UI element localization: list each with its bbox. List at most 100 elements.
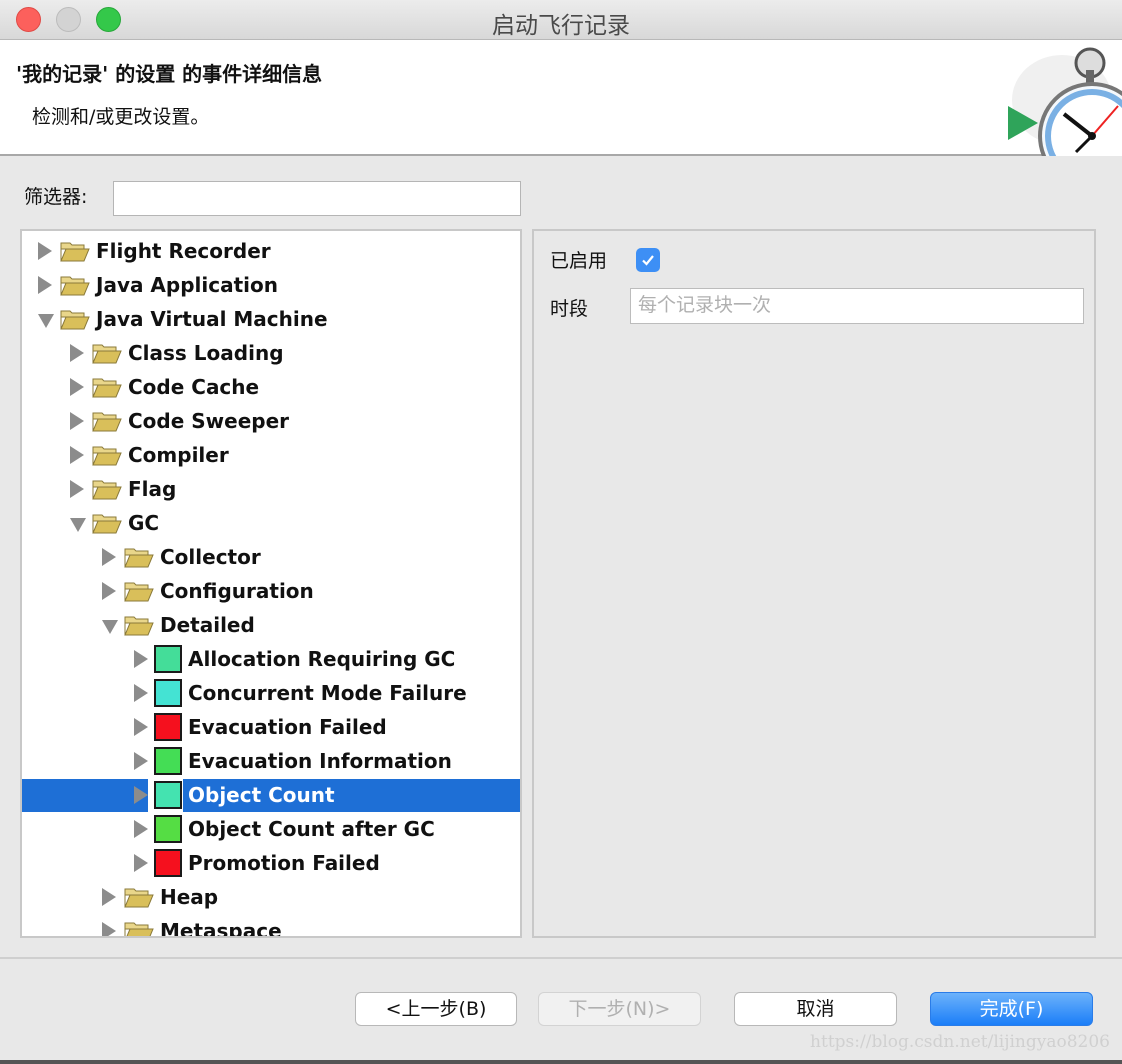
event-color-swatch-icon xyxy=(154,713,182,741)
folder-icon xyxy=(124,580,154,602)
tree-row[interactable]: Java Application xyxy=(22,269,520,302)
tree-item-label: Java Application xyxy=(96,273,279,297)
tree-row[interactable]: Evacuation Failed xyxy=(22,711,520,744)
tree-item-label: Evacuation Information xyxy=(188,749,452,773)
expand-arrow-right-icon[interactable] xyxy=(102,582,116,600)
tree-item-label: Concurrent Mode Failure xyxy=(188,681,467,705)
expand-arrow-right-icon[interactable] xyxy=(102,548,116,566)
expand-arrow-down-icon[interactable] xyxy=(70,518,86,532)
tree-item-label: Code Cache xyxy=(128,375,260,399)
tree-item-label: GC xyxy=(128,511,160,535)
folder-icon xyxy=(92,478,122,500)
event-color-swatch-icon xyxy=(154,747,182,775)
next-button-disabled[interactable]: 下一步(N)> xyxy=(538,992,701,1026)
folder-icon xyxy=(92,410,122,432)
tree-row[interactable]: Evacuation Information xyxy=(22,745,520,778)
stopwatch-icon xyxy=(992,40,1122,156)
tree-row[interactable]: Flight Recorder xyxy=(22,235,520,268)
expand-arrow-right-icon[interactable] xyxy=(70,412,84,430)
enabled-label: 已启用 xyxy=(550,250,608,272)
expand-arrow-right-icon[interactable] xyxy=(134,820,148,838)
tree-row[interactable]: Promotion Failed xyxy=(22,847,520,880)
back-button[interactable]: <上一步(B) xyxy=(355,992,517,1026)
tree-item-label: Allocation Requiring GC xyxy=(188,647,456,671)
finish-button[interactable]: 完成(F) xyxy=(930,992,1093,1026)
expand-arrow-right-icon[interactable] xyxy=(38,276,52,294)
filter-label: 筛选器: xyxy=(24,186,88,208)
tree-row[interactable]: Metaspace xyxy=(22,915,520,938)
filter-input[interactable] xyxy=(113,181,521,216)
folder-icon xyxy=(124,886,154,908)
folder-icon xyxy=(92,444,122,466)
tree-item-label: Heap xyxy=(160,885,219,909)
expand-arrow-right-icon[interactable] xyxy=(102,888,116,906)
expand-arrow-right-icon[interactable] xyxy=(70,446,84,464)
tree-row[interactable]: Concurrent Mode Failure xyxy=(22,677,520,710)
wizard-header: '我的记录' 的设置 的事件详细信息 检测和/或更改设置。 xyxy=(0,40,1122,156)
tree-item-label: Detailed xyxy=(160,613,255,637)
expand-arrow-right-icon[interactable] xyxy=(134,786,148,804)
event-settings-panel: 已启用 时段 xyxy=(532,229,1096,938)
tree-row[interactable]: Heap xyxy=(22,881,520,914)
tree-row[interactable]: Code Cache xyxy=(22,371,520,404)
expand-arrow-right-icon[interactable] xyxy=(134,684,148,702)
tree-row[interactable]: GC xyxy=(22,507,520,540)
folder-icon xyxy=(92,512,122,534)
cancel-button[interactable]: 取消 xyxy=(734,992,897,1026)
folder-icon xyxy=(124,920,154,936)
tree-row[interactable]: Configuration xyxy=(22,575,520,608)
tree-item-label: Object Count xyxy=(188,783,335,807)
tree-item-label: Evacuation Failed xyxy=(188,715,387,739)
tree-row[interactable]: Flag xyxy=(22,473,520,506)
tree-row[interactable]: Code Sweeper xyxy=(22,405,520,438)
expand-arrow-right-icon[interactable] xyxy=(70,378,84,396)
expand-arrow-right-icon[interactable] xyxy=(70,480,84,498)
enabled-checkbox[interactable] xyxy=(636,248,660,272)
event-color-swatch-icon xyxy=(154,849,182,877)
tree-item-label: Object Count after GC xyxy=(188,817,435,841)
watermark: https://blog.csdn.net/lijingyao8206 xyxy=(810,1032,1110,1052)
tree-row[interactable]: Object Count xyxy=(22,779,520,812)
folder-icon xyxy=(92,342,122,364)
expand-arrow-right-icon[interactable] xyxy=(102,922,116,936)
expand-arrow-down-icon[interactable] xyxy=(102,620,118,634)
title-bar: 启动飞行记录 xyxy=(0,0,1122,40)
folder-icon xyxy=(124,614,154,636)
tree-item-label: Promotion Failed xyxy=(188,851,380,875)
tree-row[interactable]: Object Count after GC xyxy=(22,813,520,846)
tree-item-label: Code Sweeper xyxy=(128,409,290,433)
tree-row[interactable]: Allocation Requiring GC xyxy=(22,643,520,676)
event-color-swatch-icon xyxy=(154,781,182,809)
tree-row[interactable]: Detailed xyxy=(22,609,520,642)
tree-row[interactable]: Compiler xyxy=(22,439,520,472)
folder-icon xyxy=(60,240,90,262)
event-tree[interactable]: Flight Recorder Java Application Java Virt… xyxy=(20,229,522,938)
folder-icon xyxy=(60,274,90,296)
expand-arrow-right-icon[interactable] xyxy=(134,718,148,736)
expand-arrow-right-icon[interactable] xyxy=(134,854,148,872)
tree-item-label: Compiler xyxy=(128,443,229,467)
tree-row[interactable]: Class Loading xyxy=(22,337,520,370)
window-bottom-edge xyxy=(0,1060,1122,1064)
event-color-swatch-icon xyxy=(154,815,182,843)
expand-arrow-right-icon[interactable] xyxy=(134,650,148,668)
footer-divider xyxy=(0,957,1122,959)
expand-arrow-right-icon[interactable] xyxy=(134,752,148,770)
checkmark-icon xyxy=(642,255,654,266)
tree-row[interactable]: Collector xyxy=(22,541,520,574)
tree-item-label: Class Loading xyxy=(128,341,284,365)
tree-item-label: Java Virtual Machine xyxy=(96,307,328,331)
folder-icon xyxy=(92,376,122,398)
period-input[interactable] xyxy=(630,288,1084,324)
event-color-swatch-icon xyxy=(154,679,182,707)
tree-item-label: Metaspace xyxy=(160,919,282,938)
folder-icon xyxy=(124,546,154,568)
expand-arrow-right-icon[interactable] xyxy=(38,242,52,260)
tree-item-label: Collector xyxy=(160,545,261,569)
window-title: 启动飞行记录 xyxy=(492,13,630,39)
folder-icon xyxy=(60,308,90,330)
tree-item-label: Configuration xyxy=(160,579,314,603)
expand-arrow-right-icon[interactable] xyxy=(70,344,84,362)
tree-row[interactable]: Java Virtual Machine xyxy=(22,303,520,336)
expand-arrow-down-icon[interactable] xyxy=(38,314,54,328)
